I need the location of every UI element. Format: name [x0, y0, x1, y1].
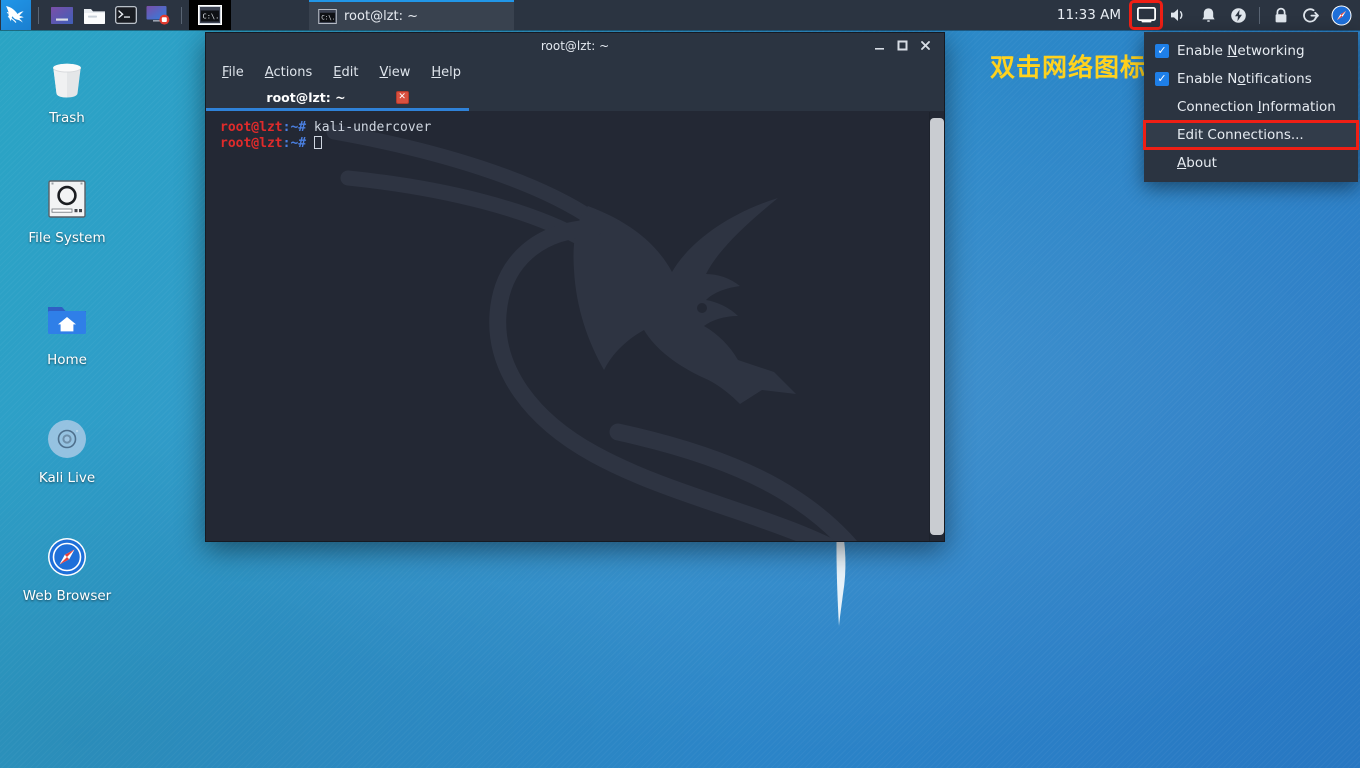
desktop-icon-label: Home [47, 352, 87, 368]
terminal-cursor [313, 136, 322, 149]
svg-text:C:\.: C:\. [203, 13, 220, 21]
lock-icon [1275, 7, 1287, 22]
hard-drive-icon [43, 175, 91, 223]
menu-item-label: Edit Connections... [1177, 127, 1304, 143]
prompt-path: :~# [282, 136, 307, 151]
terminal-purple-icon [51, 6, 73, 24]
menu-item-connection-information[interactable]: Connection Information [1144, 93, 1358, 121]
show-desktop-button[interactable]: C:\. [189, 0, 231, 30]
compass-icon [43, 533, 91, 581]
desktop-icon-kali-live[interactable]: Kali Live [18, 415, 116, 486]
menu-item-about[interactable]: About [1144, 149, 1358, 177]
panel-separator [38, 6, 39, 24]
terminal-tab[interactable]: root@lzt: ~ ✕ [206, 86, 469, 111]
terminal-window-icon: C:\. [198, 5, 222, 25]
network-monitor-icon [1136, 7, 1156, 23]
tray-separator [1259, 6, 1260, 24]
terminal-icon [115, 6, 137, 24]
network-manager-menu[interactable]: ✓ Enable Networking ✓ Enable Notificatio… [1143, 32, 1359, 182]
desktop-icon-web-browser[interactable]: Web Browser [18, 533, 116, 604]
terminal-emulator-launcher[interactable] [50, 3, 74, 27]
web-browser-tray-icon[interactable] [1329, 3, 1353, 27]
window-task-list[interactable]: C:\. root@lzt: ~ [309, 0, 1053, 30]
network-manager-icon[interactable] [1129, 0, 1163, 30]
terminal-tab-label: root@lzt: ~ [266, 89, 346, 105]
folder-icon [83, 8, 105, 24]
speaker-icon [1171, 9, 1183, 21]
notifications-icon[interactable] [1196, 3, 1220, 27]
taskbar-window-button[interactable]: C:\. root@lzt: ~ [309, 0, 514, 30]
logout-arrow-icon [1303, 7, 1319, 22]
panel-separator [181, 6, 182, 24]
kali-dragon-logo [6, 6, 24, 23]
panel-spacer [231, 0, 309, 30]
taskbar-window-label: root@lzt: ~ [344, 8, 419, 24]
prompt-user: root@lzt [220, 120, 283, 135]
terminal-output[interactable]: root@lzt:~# kali-undercover root@lzt:~# [206, 112, 929, 541]
menu-actions[interactable]: Actions [265, 65, 313, 80]
close-button[interactable] [919, 39, 932, 52]
terminal-tabbar[interactable]: root@lzt: ~ ✕ [206, 86, 944, 112]
bell-icon [1201, 7, 1215, 22]
menu-item-enable-networking[interactable]: ✓ Enable Networking [1144, 37, 1358, 65]
maximize-button[interactable] [896, 39, 909, 52]
terminal-window[interactable]: root@lzt: ~ File Actions Edit View Help … [205, 32, 945, 542]
desktop-icon-label: Kali Live [38, 470, 96, 486]
menu-view[interactable]: View [379, 65, 410, 80]
menu-item-edit-connections[interactable]: Edit Connections... [1143, 120, 1359, 150]
menu-item-label: Enable Notifications [1177, 71, 1312, 87]
menu-item-label: About [1177, 155, 1217, 171]
menu-item-enable-notifications[interactable]: ✓ Enable Notifications [1144, 65, 1358, 93]
desktop-icon-label: File System [28, 230, 106, 246]
power-manager-icon[interactable] [1226, 3, 1250, 27]
menu-file[interactable]: File [222, 65, 244, 80]
svg-text:C:\.: C:\. [321, 15, 335, 21]
power-bolt-icon [1230, 7, 1246, 23]
menu-edit[interactable]: Edit [333, 65, 358, 80]
menu-item-label: Enable Networking [1177, 43, 1305, 59]
terminal-launcher[interactable] [114, 3, 138, 27]
terminal-menubar[interactable]: File Actions Edit View Help [206, 58, 944, 86]
logout-icon[interactable] [1299, 3, 1323, 27]
volume-icon[interactable] [1166, 3, 1190, 27]
system-tray[interactable]: 11:33 AM [1053, 0, 1360, 30]
tab-close-icon[interactable]: ✕ [395, 90, 409, 104]
terminal-scrollbar[interactable] [929, 112, 944, 541]
minimize-button[interactable] [873, 39, 886, 52]
prompt-user: root@lzt [220, 136, 283, 151]
desktop-icon-home[interactable]: Home [18, 297, 116, 368]
terminal-body[interactable]: root@lzt:~# kali-undercover root@lzt:~# [206, 112, 944, 541]
lock-screen-icon[interactable] [1269, 3, 1293, 27]
home-folder-icon [43, 297, 91, 345]
window-title: root@lzt: ~ [540, 38, 610, 53]
desktop-icon-label: Web Browser [22, 588, 112, 604]
terminal-command: kali-undercover [306, 120, 432, 135]
desktop-icon-trash[interactable]: Trash [18, 55, 116, 126]
optical-disc-icon [43, 415, 91, 463]
menu-help[interactable]: Help [431, 65, 461, 80]
prompt-path: :~# [282, 120, 307, 135]
compass-icon [1331, 5, 1351, 25]
menu-item-label: Connection Information [1177, 99, 1336, 115]
top-panel[interactable]: C:\. C:\. root@lzt: ~ 11:33 AM [0, 0, 1360, 30]
scrollbar-thumb[interactable] [930, 118, 944, 535]
desktop-icon-label: Trash [49, 110, 85, 126]
screen-record-icon [146, 6, 170, 25]
checkbox-checked-icon[interactable]: ✓ [1155, 72, 1169, 86]
terminal-window-icon: C:\. [318, 8, 337, 24]
kali-menu-button[interactable] [1, 0, 31, 30]
clock[interactable]: 11:33 AM [1053, 7, 1129, 23]
checkbox-checked-icon[interactable]: ✓ [1155, 44, 1169, 58]
file-manager-launcher[interactable] [82, 3, 106, 27]
trash-bin-icon [43, 55, 91, 103]
screen-recorder-launcher[interactable] [146, 3, 170, 27]
desktop-icon-file-system[interactable]: File System [18, 175, 116, 246]
window-titlebar[interactable]: root@lzt: ~ [206, 33, 944, 58]
